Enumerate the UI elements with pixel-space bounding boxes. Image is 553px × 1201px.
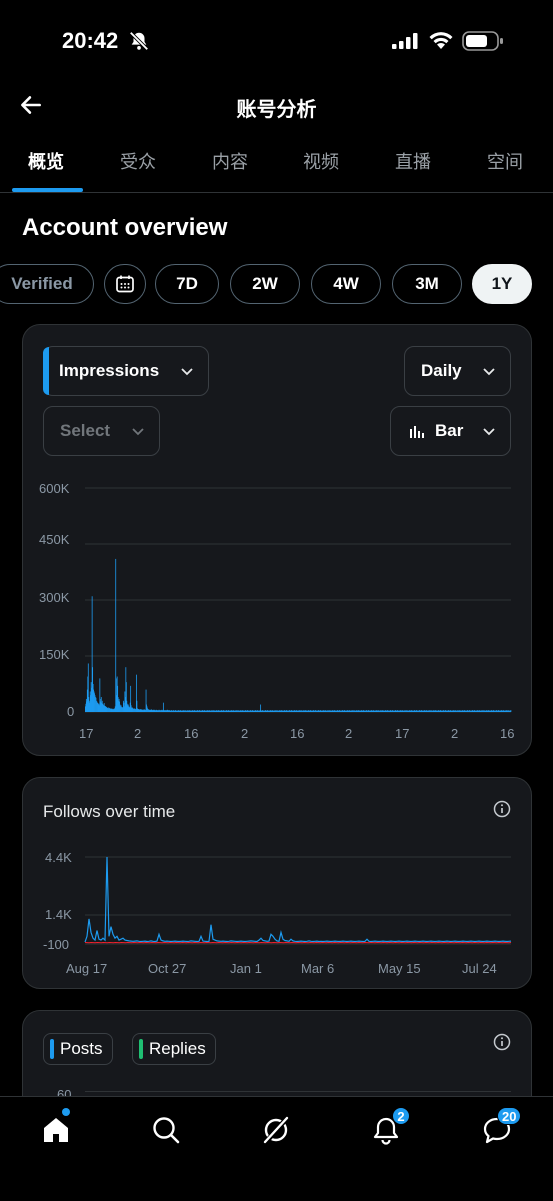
range-chip-2w[interactable]: 2W bbox=[230, 264, 300, 304]
x-tick-label: 2 bbox=[134, 726, 141, 741]
date-picker-button[interactable] bbox=[104, 264, 146, 304]
grok-icon[interactable] bbox=[261, 1115, 291, 1145]
legend-posts[interactable]: Posts bbox=[43, 1033, 113, 1065]
follows-series-line bbox=[85, 857, 511, 942]
x-tick-label: 17 bbox=[395, 726, 409, 741]
home-icon[interactable] bbox=[41, 1115, 71, 1145]
tab-live[interactable]: 直播 bbox=[395, 148, 431, 174]
legend-replies[interactable]: Replies bbox=[132, 1033, 216, 1065]
impressions-card: Impressions Daily Select Bar 600K 450K 3… bbox=[22, 324, 532, 756]
x-tick-label: 2 bbox=[345, 726, 352, 741]
tab-overview[interactable]: 概览 bbox=[28, 148, 64, 174]
section-title: Account overview bbox=[22, 214, 227, 242]
range-chip-1y[interactable]: 1Y bbox=[472, 264, 532, 304]
calendar-icon bbox=[115, 274, 135, 294]
x-tick-label: 16 bbox=[500, 726, 514, 741]
legend-swatch bbox=[50, 1039, 54, 1059]
tab-audience[interactable]: 受众 bbox=[120, 148, 156, 174]
x-tick-label: 16 bbox=[184, 726, 198, 741]
home-unread-dot bbox=[62, 1108, 70, 1116]
x-tick-label: 17 bbox=[79, 726, 93, 741]
battery-icon bbox=[462, 30, 504, 52]
x-tick-label: Aug 17 bbox=[66, 961, 107, 976]
tab-spaces[interactable]: 空间 bbox=[487, 148, 523, 174]
x-tick-label: Jul 24 bbox=[462, 961, 497, 976]
tab-bar: 概览 受众 内容 视频 直播 空间 bbox=[0, 140, 553, 192]
x-tick-label: May 15 bbox=[378, 961, 421, 976]
legend-swatch bbox=[139, 1039, 143, 1059]
notifications-badge: 2 bbox=[392, 1107, 410, 1125]
search-icon[interactable] bbox=[151, 1115, 181, 1145]
range-chip-4w[interactable]: 4W bbox=[311, 264, 381, 304]
wifi-icon bbox=[428, 29, 454, 51]
tab-video[interactable]: 视频 bbox=[303, 148, 339, 174]
page-title: 账号分析 bbox=[0, 93, 553, 122]
messages-badge: 20 bbox=[497, 1107, 521, 1125]
x-tick-label: 2 bbox=[451, 726, 458, 741]
range-chip-3m[interactable]: 3M bbox=[392, 264, 462, 304]
x-tick-label: Jan 1 bbox=[230, 961, 262, 976]
status-time: 20:42 bbox=[62, 28, 118, 54]
range-chip-verified[interactable]: Verified bbox=[0, 264, 94, 304]
bell-slash-icon bbox=[128, 30, 150, 52]
tab-content[interactable]: 内容 bbox=[212, 148, 248, 174]
x-tick-label: 2 bbox=[241, 726, 248, 741]
x-tick-label: Mar 6 bbox=[301, 961, 334, 976]
info-icon[interactable] bbox=[493, 1033, 511, 1051]
bottom-nav: 2 20 bbox=[0, 1096, 553, 1201]
cellular-signal-icon bbox=[392, 33, 418, 49]
x-tick-label: Oct 27 bbox=[148, 961, 186, 976]
gridline bbox=[85, 1091, 511, 1092]
bar bbox=[511, 710, 512, 712]
tab-divider bbox=[0, 192, 553, 193]
follows-card: Follows over time 4.4K 1.4K -100 Aug 17 … bbox=[22, 777, 532, 989]
x-tick-label: 16 bbox=[290, 726, 304, 741]
follows-chart bbox=[23, 778, 533, 990]
impressions-chart bbox=[23, 325, 533, 757]
range-chip-7d[interactable]: 7D bbox=[155, 264, 219, 304]
